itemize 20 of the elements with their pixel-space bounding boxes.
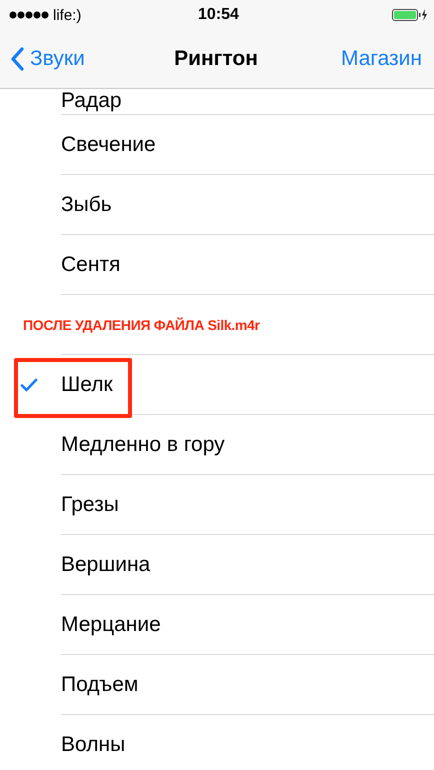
signal-dots-icon [9,11,49,19]
ringtone-item[interactable]: Шелк [61,372,113,396]
battery-charging-icon [392,8,428,22]
nav-title: Рингтон [174,47,258,71]
ringtone-item[interactable]: Подъем [61,672,138,696]
ringtone-item[interactable]: Радар [61,89,122,113]
store-link[interactable]: Магазин [302,47,422,71]
ringtone-item[interactable]: Свечение [61,132,156,156]
chevron-left-icon [10,47,24,71]
annotation-caption: ПОСЛЕ УДАЛЕНИЯ ФАЙЛА Silk.m4r [23,317,260,333]
back-button[interactable]: Звуки [10,47,130,71]
status-time: 10:54 [198,6,239,24]
carrier-name: life:) [53,6,82,24]
ringtone-item[interactable]: Сентя [61,252,120,276]
ringtone-item[interactable]: Зыбь [61,192,112,216]
ringtone-item[interactable]: Грезы [61,492,119,516]
ringtone-item[interactable]: Волны [61,732,126,756]
ringtone-item[interactable]: Медленно в гору [61,432,225,456]
ringtone-item[interactable]: Вершина [61,552,150,576]
ringtone-item[interactable]: Мерцание [61,612,161,636]
